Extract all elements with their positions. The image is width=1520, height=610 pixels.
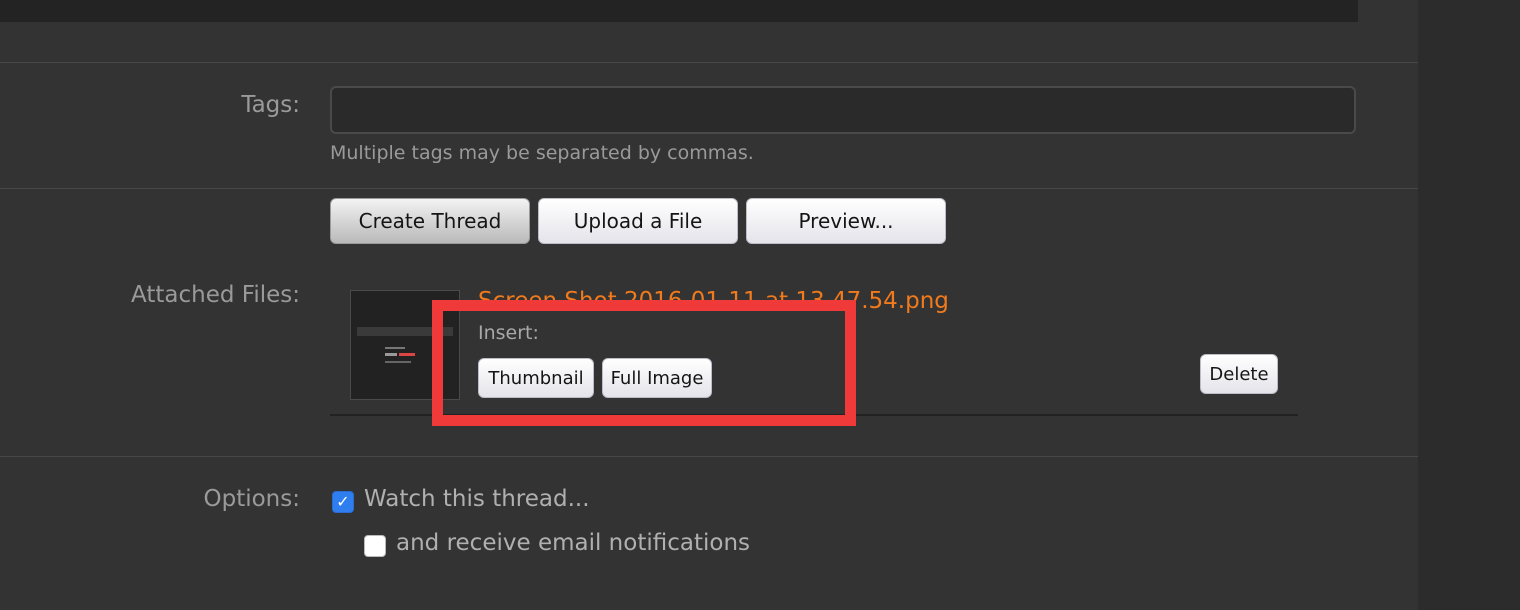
insert-full-image-button[interactable]: Full Image <box>602 358 712 398</box>
editor-toolbar-edge <box>0 0 1358 22</box>
email-notifications-label[interactable]: and receive email notifications <box>396 530 750 556</box>
tags-label: Tags: <box>241 92 300 118</box>
divider <box>0 456 1418 457</box>
divider <box>0 62 1418 63</box>
insert-thumbnail-button[interactable]: Thumbnail <box>478 358 594 398</box>
tags-hint: Multiple tags may be separated by commas… <box>330 142 754 164</box>
watch-thread-checkbox[interactable]: ✓ <box>332 491 354 513</box>
right-gutter <box>1418 0 1520 610</box>
attachment-file-link[interactable]: Screen Shot 2016-01-11 at 13.47.54.png <box>478 288 949 314</box>
insert-label: Insert: <box>478 322 539 344</box>
attachment-thumbnail[interactable] <box>350 290 460 400</box>
email-notifications-checkbox[interactable] <box>364 535 386 557</box>
upload-file-button[interactable]: Upload a File <box>538 198 738 244</box>
delete-attachment-button[interactable]: Delete <box>1200 354 1278 394</box>
attachment-item: Screen Shot 2016-01-11 at 13.47.54.png I… <box>330 288 1298 416</box>
options-label: Options: <box>203 486 301 512</box>
watch-thread-label[interactable]: Watch this thread... <box>364 486 590 512</box>
divider <box>0 188 1418 189</box>
checkmark-icon: ✓ <box>336 492 350 511</box>
attached-files-label: Attached Files: <box>131 282 300 308</box>
preview-button[interactable]: Preview... <box>746 198 946 244</box>
tags-input[interactable] <box>330 86 1356 134</box>
thread-form: Tags: Multiple tags may be separated by … <box>0 0 1418 610</box>
screenshot-preview-icon <box>351 291 459 399</box>
create-thread-button[interactable]: Create Thread <box>330 198 530 244</box>
